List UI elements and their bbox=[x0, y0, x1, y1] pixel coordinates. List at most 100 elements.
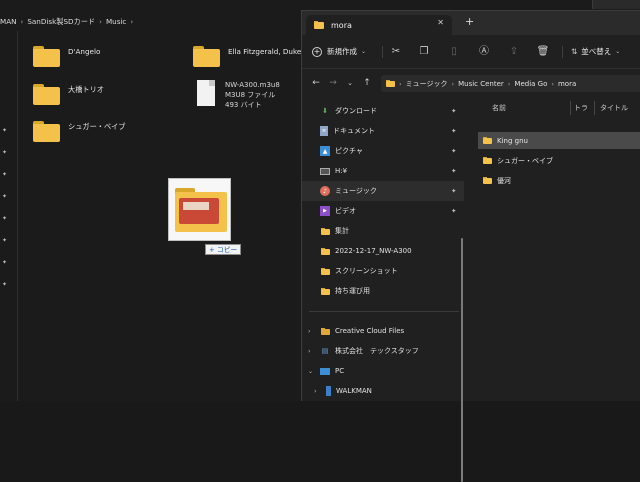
new-tab-button[interactable]: + bbox=[465, 16, 474, 28]
video-icon: ▶ bbox=[320, 206, 330, 216]
pin-icon: ✦ bbox=[2, 149, 8, 156]
delete-icon[interactable]: 🗑 bbox=[536, 45, 550, 59]
chevron-right-icon[interactable]: › bbox=[314, 387, 317, 395]
nav-item-h-drive[interactable]: H:¥ ✦ bbox=[302, 161, 464, 181]
folder-icon bbox=[320, 226, 330, 236]
chevron-right-icon[interactable]: › bbox=[308, 327, 311, 335]
nav-scrollbar[interactable] bbox=[461, 238, 463, 482]
paste-icon[interactable]: ▯ bbox=[447, 45, 461, 59]
copy-icon[interactable]: ❐ bbox=[417, 45, 431, 59]
folder-tile-sugar-babe[interactable]: シュガー・ベイブ bbox=[33, 121, 126, 142]
crumb-walkman[interactable]: MAN bbox=[0, 17, 17, 26]
list-item-sugar-babe[interactable]: シュガー・ベイブ bbox=[478, 152, 640, 169]
nav-item-creative-cloud[interactable]: › Creative Cloud Files bbox=[302, 321, 464, 341]
folder-icon bbox=[386, 80, 395, 87]
nav-item-techstaff[interactable]: › ▤ 株式会社 テックスタッフ bbox=[302, 341, 464, 361]
nav-item-walkman[interactable]: › WALKMAN bbox=[302, 381, 464, 401]
chevron-right-icon[interactable]: › bbox=[308, 347, 311, 355]
nav-item-screenshots[interactable]: スクリーンショット bbox=[302, 261, 464, 281]
nav-item-label: WALKMAN bbox=[336, 387, 372, 395]
pin-icon[interactable]: ✦ bbox=[451, 147, 456, 155]
folder-tile-label: Ella Fitzgerald, Duke El bbox=[228, 47, 311, 56]
music-icon: ♪ bbox=[320, 186, 330, 196]
pin-icon[interactable]: ✦ bbox=[451, 167, 456, 175]
chevron-down-icon: ⌄ bbox=[361, 48, 367, 55]
share-icon[interactable]: ⇪ bbox=[507, 45, 521, 59]
folder-tile-label: D'Angelo bbox=[68, 47, 101, 56]
column-name[interactable]: 名前 bbox=[492, 103, 506, 113]
background-window-edge bbox=[592, 0, 640, 9]
chevron-right-icon: › bbox=[551, 79, 554, 88]
address-bar[interactable]: › ミュージック › Music Center › Media Go › mor… bbox=[381, 75, 640, 92]
nav-item-mochihakobi[interactable]: 持ち運び用 bbox=[302, 281, 464, 301]
nav-item-label: Creative Cloud Files bbox=[335, 327, 405, 335]
pin-icon[interactable]: ✦ bbox=[451, 127, 456, 135]
sort-icon: ⇅ bbox=[571, 47, 578, 56]
column-track[interactable]: トラ bbox=[574, 103, 588, 113]
crumb-media-go[interactable]: Media Go bbox=[514, 80, 547, 88]
folder-icon bbox=[314, 21, 324, 29]
file-tile-m3u8[interactable]: NW-A300.m3u8 M3U8 ファイル 493 バイト bbox=[193, 80, 280, 110]
crumb-mora[interactable]: mora bbox=[558, 80, 576, 88]
drag-preview bbox=[168, 178, 231, 241]
column-title[interactable]: タイトル bbox=[600, 103, 628, 113]
folder-tile-label: シュガー・ベイブ bbox=[68, 122, 126, 131]
nav-item-pc[interactable]: ⌄ PC bbox=[302, 361, 464, 381]
cut-icon[interactable]: ✂ bbox=[389, 45, 403, 59]
pin-icon[interactable]: ✦ bbox=[451, 107, 456, 115]
nav-item-label: 持ち運び用 bbox=[335, 287, 370, 295]
sort-button[interactable]: ⇅ 並べ替え ⌄ bbox=[571, 46, 620, 57]
file-size: 493 バイト bbox=[225, 101, 262, 109]
nav-item-label: ドキュメント bbox=[333, 127, 375, 135]
pin-icon: ✦ bbox=[2, 281, 8, 288]
nav-item-pictures[interactable]: ▲ ピクチャ ✦ bbox=[302, 141, 464, 161]
drag-copy-tooltip: + コピー bbox=[205, 244, 242, 255]
list-item-king-gnu[interactable]: King gnu bbox=[478, 132, 640, 149]
crumb-music-center[interactable]: Music Center bbox=[458, 80, 504, 88]
chevron-down-icon: ⌄ bbox=[615, 48, 621, 55]
crumb-sdcard[interactable]: SanDisk製SDカード bbox=[27, 17, 95, 27]
pin-icon: ✦ bbox=[2, 171, 8, 178]
nav-item-label: H:¥ bbox=[335, 167, 348, 175]
back-arrow-icon[interactable]: ← bbox=[310, 76, 322, 90]
column-divider[interactable] bbox=[570, 101, 571, 115]
folder-thumbnail-icon bbox=[175, 192, 227, 232]
nav-item-shuukei[interactable]: 集計 bbox=[302, 221, 464, 241]
chevron-right-icon: › bbox=[399, 79, 402, 88]
document-icon: ≡ bbox=[320, 126, 328, 136]
pin-icon[interactable]: ✦ bbox=[451, 187, 456, 195]
rename-icon[interactable]: Ⓐ bbox=[477, 45, 491, 59]
crumb-music[interactable]: ミュージック bbox=[406, 79, 448, 89]
pin-icon: ✦ bbox=[2, 193, 8, 200]
background-breadcrumb[interactable]: MAN › SanDisk製SDカード › Music › bbox=[0, 13, 310, 30]
crumb-music[interactable]: Music bbox=[106, 17, 126, 26]
folder-tile-ella[interactable]: Ella Fitzgerald, Duke El bbox=[193, 46, 310, 67]
pin-icon[interactable]: ✦ bbox=[451, 207, 456, 215]
column-header: 名前 トラ タイトル bbox=[470, 98, 640, 118]
toolbar-divider bbox=[562, 46, 563, 58]
nav-item-documents[interactable]: ≡ ドキュメント ✦ bbox=[302, 121, 464, 141]
recent-chevron-icon[interactable]: ⌄ bbox=[344, 76, 356, 90]
close-icon[interactable]: ✕ bbox=[437, 18, 444, 27]
nav-item-videos[interactable]: ▶ ビデオ ✦ bbox=[302, 201, 464, 221]
nav-item-nw-a300[interactable]: 2022-12-17_NW-A300 bbox=[302, 241, 464, 261]
folder-tile-ohashi-trio[interactable]: 大橋トリオ bbox=[33, 84, 104, 105]
new-button[interactable]: + 新規作成 ⌄ bbox=[312, 46, 366, 57]
nav-item-label: 株式会社 テックスタッフ bbox=[335, 347, 419, 355]
up-arrow-icon[interactable]: ↑ bbox=[361, 76, 373, 90]
list-item-yuga[interactable]: 優河 bbox=[478, 172, 640, 189]
file-type: M3U8 ファイル bbox=[225, 91, 276, 99]
column-divider[interactable] bbox=[594, 101, 595, 115]
chevron-down-icon[interactable]: ⌄ bbox=[308, 368, 313, 375]
forward-arrow-icon[interactable]: → bbox=[327, 76, 339, 90]
nav-item-label: PC bbox=[335, 367, 345, 375]
folder-icon bbox=[193, 46, 220, 67]
cloud-folder-icon: ▤ bbox=[321, 347, 329, 355]
tab-mora[interactable]: mora ✕ bbox=[306, 15, 452, 35]
folder-icon bbox=[33, 84, 60, 105]
nav-item-music[interactable]: ♪ ミュージック ✦ bbox=[302, 181, 464, 201]
folder-tile-dangelo[interactable]: D'Angelo bbox=[33, 46, 100, 67]
picture-icon: ▲ bbox=[320, 146, 330, 156]
nav-item-label: 2022-12-17_NW-A300 bbox=[335, 247, 412, 255]
nav-item-downloads[interactable]: ⬇ ダウンロード ✦ bbox=[302, 101, 464, 121]
